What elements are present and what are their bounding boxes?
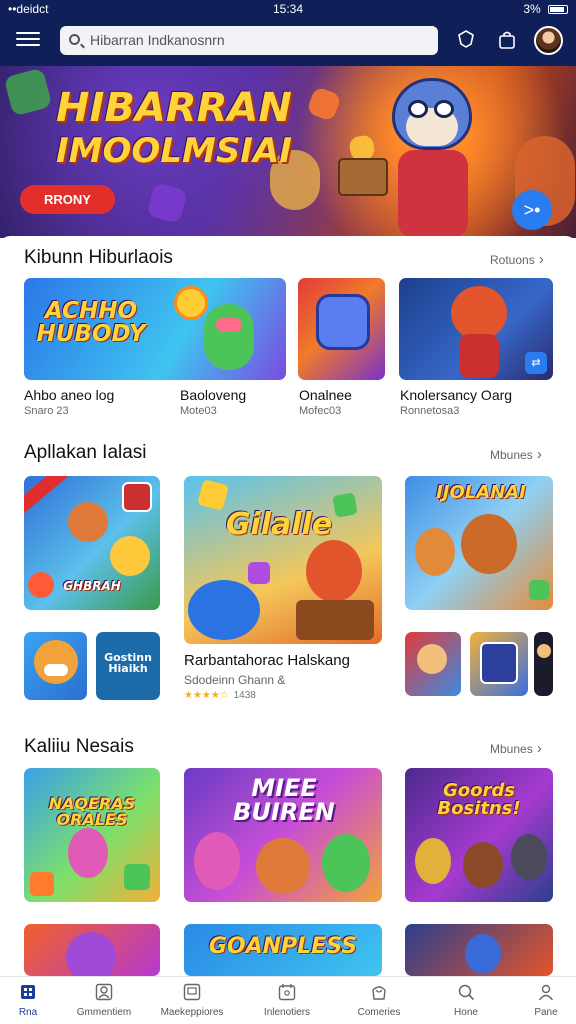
game-card[interactable] bbox=[534, 632, 553, 696]
game-card[interactable]: NAQERAS ORALES bbox=[24, 768, 160, 902]
game-card[interactable] bbox=[470, 632, 528, 696]
card-subtitle: Ronnetosa3 bbox=[400, 405, 460, 417]
game-card[interactable]: GOANPLESS bbox=[184, 924, 382, 976]
game-card[interactable]: IJOLANAI bbox=[405, 476, 553, 610]
store-icon bbox=[182, 983, 202, 1003]
card-subtitle: Mote03 bbox=[180, 405, 217, 417]
home-icon bbox=[18, 983, 38, 1003]
section-title: Apllakan Ialasi bbox=[24, 442, 147, 463]
rating: ★★★★☆ 1438 bbox=[184, 690, 256, 701]
calendar-icon bbox=[277, 983, 297, 1003]
card-title: Ahbo aneo log bbox=[24, 387, 115, 403]
featured-game-card[interactable]: Gilalle bbox=[184, 476, 382, 644]
tab-comeries[interactable]: Comeries bbox=[339, 983, 419, 1018]
hero-banner[interactable]: HIBARRAN IMOOLMSIAI RRONY >• bbox=[0, 66, 576, 238]
bag-icon[interactable] bbox=[497, 30, 517, 50]
hero-cta-button[interactable]: RRONY bbox=[20, 185, 115, 214]
card-title: Knolersancy Oarg bbox=[400, 387, 513, 403]
game-card[interactable]: MIEE BUIREN bbox=[184, 768, 382, 902]
user-icon bbox=[94, 983, 114, 1003]
card-art-title: GOANPLESS bbox=[208, 934, 358, 959]
tab-gmmentiem[interactable]: Gmmentiem bbox=[64, 983, 144, 1018]
battery-percent: 3% bbox=[523, 2, 541, 16]
tab-home[interactable]: Rna bbox=[0, 983, 68, 1018]
featured-subtitle: Sdodeinn Ghann & bbox=[184, 673, 286, 687]
tab-pane[interactable]: Pane bbox=[506, 983, 576, 1018]
rating-count: 1438 bbox=[233, 690, 256, 701]
next-arrow-icon[interactable]: >• bbox=[512, 190, 552, 230]
game-card[interactable] bbox=[405, 924, 553, 976]
clock: 15:34 bbox=[272, 2, 304, 16]
hero-title: HIBARRAN IMOOLMSIAI bbox=[56, 85, 292, 171]
card-subtitle: Mofec03 bbox=[299, 405, 342, 417]
status-bar: ••deidct 15:34 3% bbox=[0, 0, 576, 18]
card-art-title: Goords Bositns! bbox=[437, 780, 521, 819]
avatar[interactable] bbox=[534, 26, 563, 55]
card-art-title: NAQERAS ORALES bbox=[48, 794, 136, 829]
card-art-title: GHBRAH bbox=[63, 579, 121, 593]
search-icon bbox=[456, 983, 476, 1003]
see-more-link[interactable]: Rotuons bbox=[490, 251, 544, 268]
shield-icon[interactable] bbox=[456, 30, 476, 50]
see-more-link[interactable]: Mbunes bbox=[490, 740, 542, 757]
card-title: Onalnee bbox=[299, 387, 352, 403]
see-more-link[interactable]: Mbunes bbox=[490, 446, 542, 463]
card-art-title: MIEE BUIREN bbox=[233, 774, 335, 826]
battery-status: 3% bbox=[523, 2, 568, 16]
card-subtitle: Snaro 23 bbox=[24, 405, 69, 417]
game-card[interactable]: ⇄ bbox=[399, 278, 553, 380]
rating-stars: ★★★★☆ bbox=[184, 690, 229, 701]
section-title: Kibunn Hiburlaois bbox=[24, 247, 173, 268]
game-card[interactable]: Gostinn Hiaikh bbox=[96, 632, 160, 700]
profile-icon bbox=[536, 983, 556, 1003]
section-title: Kaliiu Nesais bbox=[24, 736, 134, 757]
game-card[interactable] bbox=[24, 924, 160, 976]
menu-icon[interactable] bbox=[16, 28, 40, 50]
tab-inlenotiers[interactable]: Inlenotiers bbox=[247, 983, 327, 1018]
search-icon bbox=[69, 34, 80, 45]
card-art-title: Gilalle bbox=[225, 507, 333, 542]
game-card[interactable] bbox=[24, 632, 87, 700]
content-panel: Kibunn Hiburlaois Rotuons ACHHO HUBODY ⇄… bbox=[0, 236, 576, 976]
game-card[interactable]: Goords Bositns! bbox=[405, 768, 553, 902]
card-title: Baoloveng bbox=[180, 387, 247, 403]
tab-hone[interactable]: Hone bbox=[426, 983, 506, 1018]
game-card[interactable]: ACHHO HUBODY bbox=[24, 278, 286, 380]
battery-icon bbox=[548, 5, 568, 14]
search-input[interactable]: Hibarran Indkanosnrn bbox=[60, 26, 438, 55]
search-placeholder: Hibarran Indkanosnrn bbox=[90, 32, 225, 48]
expand-icon: ⇄ bbox=[525, 352, 547, 374]
card-art-title: ACHHO HUBODY bbox=[36, 298, 146, 347]
hero-mascot-illustration bbox=[338, 74, 490, 238]
top-app-bar: ••deidct 15:34 3% Hibarran Indkanosnrn bbox=[0, 0, 576, 66]
game-card[interactable] bbox=[298, 278, 385, 380]
bottom-tab-bar: Rna Gmmentiem Maekeppiores Inlenotiers C… bbox=[0, 976, 576, 1024]
card-art-title: Gostinn Hiaikh bbox=[104, 651, 152, 675]
game-card[interactable] bbox=[405, 632, 461, 696]
bag-icon bbox=[369, 983, 389, 1003]
tab-marketplace[interactable]: Maekeppiores bbox=[152, 983, 232, 1018]
card-art-title: IJOLANAI bbox=[436, 482, 526, 503]
featured-title: Rarbantahorac Halskang bbox=[184, 652, 350, 669]
game-card[interactable]: GHBRAH bbox=[24, 476, 160, 610]
